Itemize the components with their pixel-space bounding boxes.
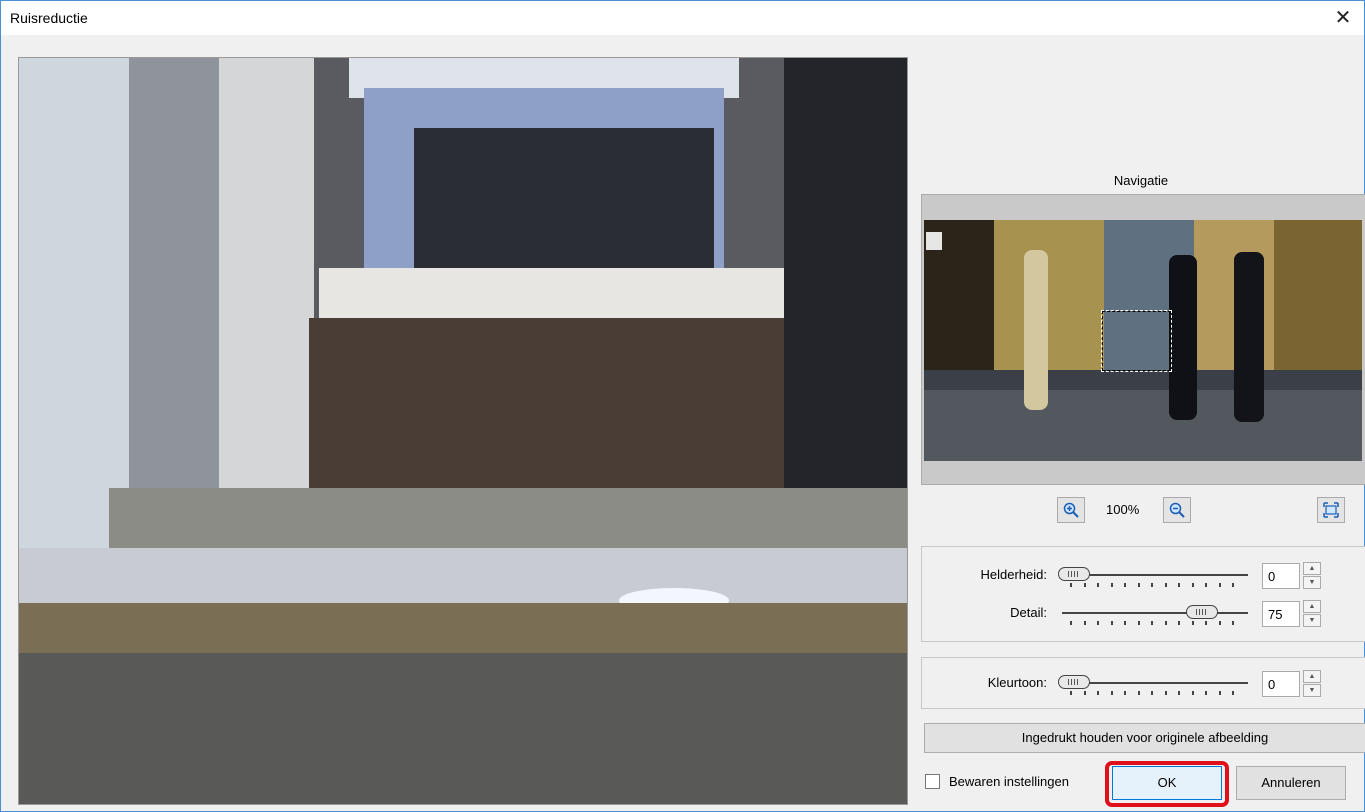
- window-title: Ruisreductie: [10, 10, 88, 26]
- navigation-thumbnail[interactable]: [924, 220, 1362, 461]
- slider-tick: [1232, 583, 1234, 587]
- slider-track[interactable]: [1062, 612, 1248, 614]
- slider-tick: [1191, 583, 1194, 587]
- preview-image[interactable]: [18, 57, 908, 805]
- save-settings-label: Bewaren instellingen: [949, 774, 1069, 789]
- slider-ticks: [1070, 583, 1240, 587]
- slider-tick: [1124, 691, 1126, 695]
- slider-tick: [1151, 621, 1153, 625]
- zoom-level: 100%: [1106, 502, 1140, 517]
- slider-tick: [1110, 583, 1113, 587]
- zoom-in-icon: [1063, 502, 1079, 518]
- spin-up-button[interactable]: ▲: [1303, 600, 1321, 613]
- slider-tick: [1218, 621, 1221, 625]
- slider-tick: [1191, 621, 1194, 625]
- slider-thumb[interactable]: [1058, 675, 1090, 689]
- slider-tick: [1137, 621, 1140, 625]
- slider-tick: [1110, 621, 1113, 625]
- zoom-controls: 100%: [921, 497, 1365, 527]
- noise-reduction-dialog: Ruisreductie ✕ Navigatie 100% Helderheid…: [0, 0, 1365, 812]
- zoom-out-button[interactable]: [1163, 497, 1191, 523]
- viewport-selection[interactable]: [1101, 310, 1172, 372]
- slider-tick: [1205, 583, 1207, 587]
- luminance-group: Helderheid: 0 ▲ ▼ Detail: 75 ▲ ▼: [921, 546, 1365, 642]
- fit-to-window-button[interactable]: [1317, 497, 1345, 523]
- slider-tick: [1083, 621, 1086, 625]
- spin-down-button[interactable]: ▼: [1303, 576, 1321, 589]
- slider-tick: [1218, 691, 1221, 695]
- slider-tick: [1205, 621, 1207, 625]
- slider-tick: [1178, 583, 1180, 587]
- slider-tick: [1097, 621, 1099, 625]
- slider-tick: [1124, 583, 1126, 587]
- slider-tick: [1151, 583, 1153, 587]
- slider-tick: [1110, 691, 1113, 695]
- hold-original-button[interactable]: Ingedrukt houden voor originele afbeeldi…: [924, 723, 1365, 753]
- spin-down-button[interactable]: ▼: [1303, 684, 1321, 697]
- spin-up-button[interactable]: ▲: [1303, 670, 1321, 683]
- slider-ticks: [1070, 691, 1240, 695]
- slider-thumb[interactable]: [1185, 605, 1218, 619]
- slider-tick: [1137, 691, 1140, 695]
- ok-button[interactable]: OK: [1112, 766, 1222, 800]
- slider-row-kleurtoon: Kleurtoon: 0 ▲ ▼: [922, 667, 1365, 703]
- navigation-label: Navigatie: [1113, 173, 1169, 188]
- slider-label: Kleurtoon:: [987, 675, 1047, 690]
- slider-tick: [1083, 691, 1086, 695]
- slider-tick: [1070, 621, 1072, 625]
- slider-tick: [1070, 691, 1072, 695]
- slider-tick: [1097, 691, 1099, 695]
- slider-tick: [1164, 583, 1167, 587]
- cancel-button[interactable]: Annuleren: [1236, 766, 1346, 800]
- slider-tick: [1137, 583, 1140, 587]
- spin-value-field[interactable]: 75: [1262, 601, 1300, 627]
- slider-thumb[interactable]: [1058, 567, 1090, 581]
- color-group: Kleurtoon: 0 ▲ ▼: [921, 657, 1365, 709]
- slider-tick: [1124, 621, 1126, 625]
- slider-tick: [1178, 621, 1180, 625]
- zoom-out-icon: [1169, 502, 1185, 518]
- spin-down-button[interactable]: ▼: [1303, 614, 1321, 627]
- slider-label: Helderheid:: [980, 567, 1048, 582]
- slider-tick: [1097, 583, 1099, 587]
- zoom-in-button[interactable]: [1057, 497, 1085, 523]
- slider-tick: [1164, 691, 1167, 695]
- slider-tick: [1070, 583, 1072, 587]
- close-icon[interactable]: ✕: [1332, 7, 1354, 29]
- slider-row-helderheid: Helderheid: 0 ▲ ▼: [922, 559, 1365, 595]
- save-settings-checkbox[interactable]: [925, 774, 940, 789]
- slider-tick: [1151, 691, 1153, 695]
- fit-to-window-icon: [1323, 502, 1339, 518]
- slider-label: Detail:: [1010, 605, 1047, 620]
- slider-tick: [1232, 621, 1234, 625]
- navigation-panel: [921, 194, 1365, 485]
- slider-tick: [1218, 583, 1221, 587]
- slider-tick: [1205, 691, 1207, 695]
- slider-row-detail: Detail: 75 ▲ ▼: [922, 597, 1365, 633]
- slider-tick: [1164, 621, 1167, 625]
- title-bar: Ruisreductie ✕: [1, 1, 1364, 35]
- spin-up-button[interactable]: ▲: [1303, 562, 1321, 575]
- spin-value-field[interactable]: 0: [1262, 671, 1300, 697]
- slider-tick: [1178, 691, 1180, 695]
- spin-value-field[interactable]: 0: [1262, 563, 1300, 589]
- slider-tick: [1191, 691, 1194, 695]
- slider-tick: [1083, 583, 1086, 587]
- slider-tick: [1232, 691, 1234, 695]
- slider-ticks: [1070, 621, 1240, 625]
